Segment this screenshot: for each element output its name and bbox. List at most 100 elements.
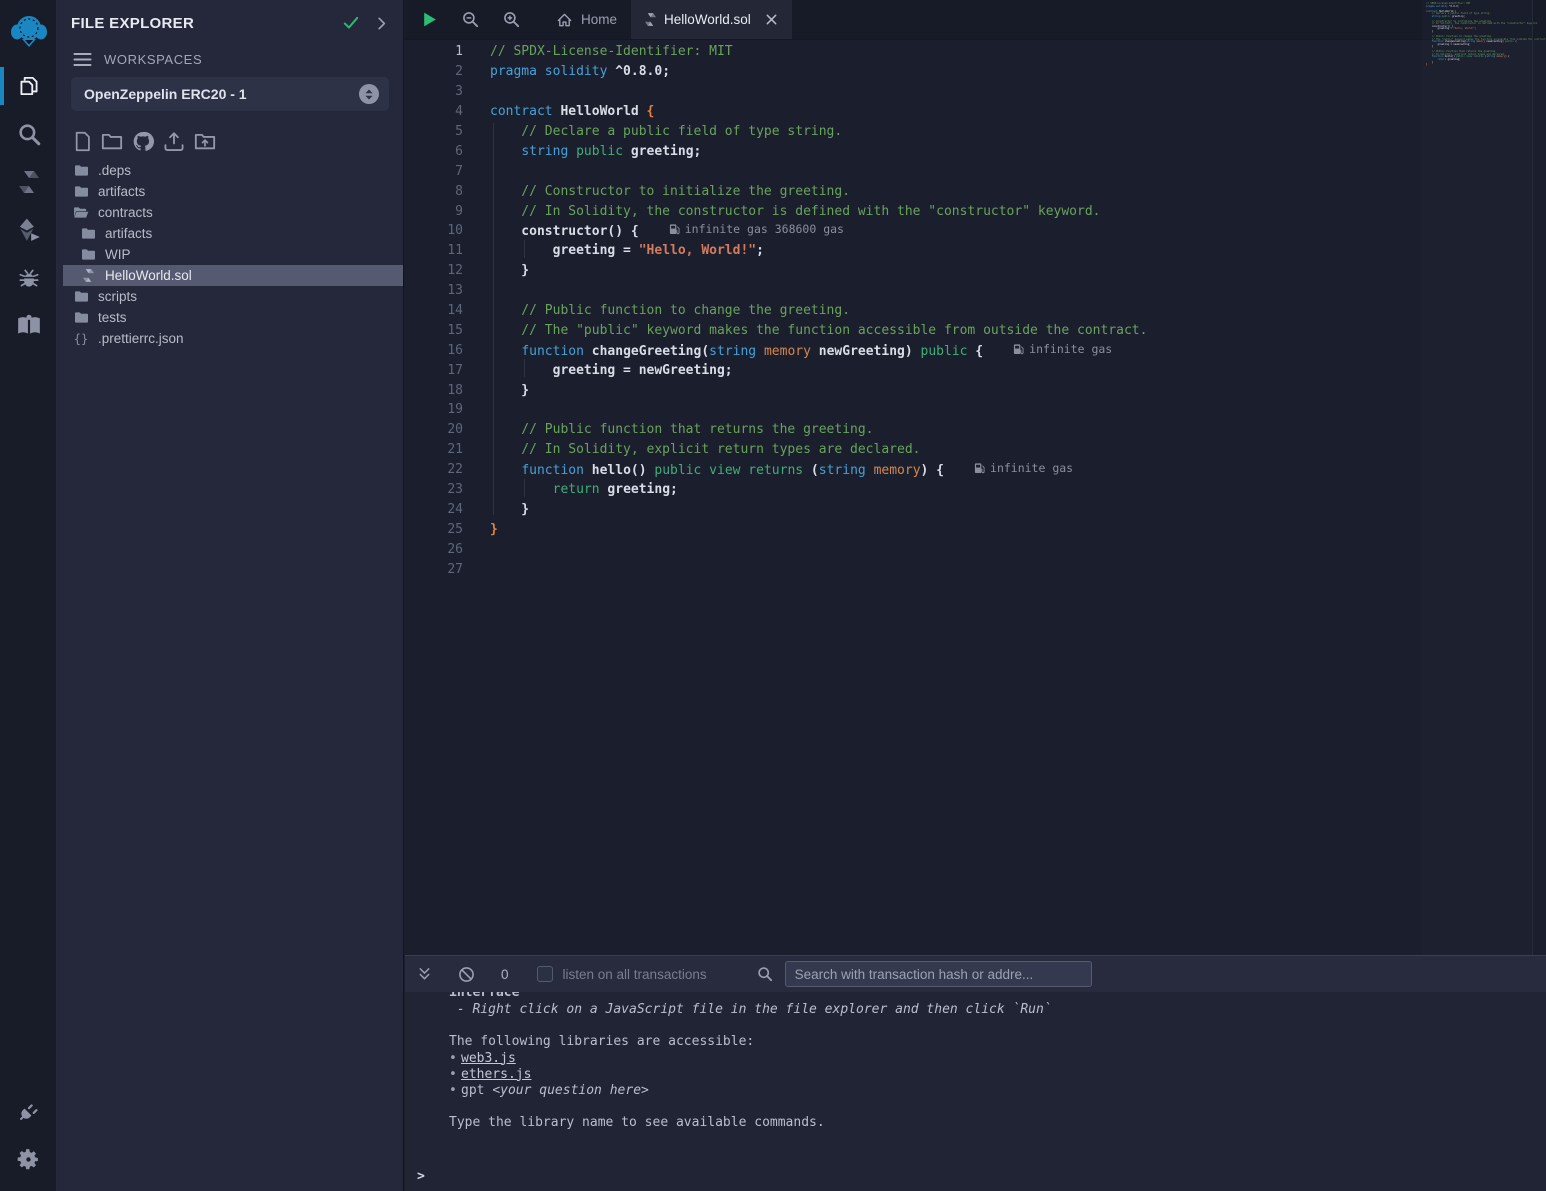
line-number: 19	[405, 402, 463, 417]
activity-file-explorer[interactable]	[0, 62, 57, 110]
file-tree: .depsartifactscontractsartifactsWIPHello…	[57, 160, 403, 349]
terminal-prompt[interactable]: >	[417, 1169, 425, 1184]
tab-HelloWorld.sol[interactable]: HelloWorld.sol	[631, 0, 792, 39]
file-explorer-toolbar	[57, 111, 403, 158]
file-explorer-header: FILE EXPLORER	[57, 0, 403, 32]
gas-estimate-badge: infinite gas	[1013, 342, 1112, 356]
tree-item-label: artifacts	[98, 184, 145, 199]
code-line: 18 }	[405, 380, 1546, 400]
terminal-search-input[interactable]	[785, 961, 1092, 987]
terminal-collapse-icon[interactable]	[417, 966, 432, 982]
code-line: 21 // In Solidity, explicit return types…	[405, 440, 1546, 460]
terminal-line: The following libraries are accessible:	[405, 1034, 1546, 1050]
activity-learneth[interactable]	[0, 302, 57, 350]
tree-item-WIP[interactable]: WIP	[57, 244, 403, 265]
tree-item-artifacts[interactable]: artifacts	[57, 181, 403, 202]
code-line: 24 }	[405, 499, 1546, 519]
gas-estimate-badge: infinite gas 368600 gas	[669, 222, 844, 236]
activity-debugger[interactable]	[0, 254, 57, 302]
hamburger-menu-icon[interactable]	[73, 52, 92, 67]
listen-transactions-checkbox[interactable]	[537, 966, 553, 982]
code-line: 15 // The "public" keyword makes the fun…	[405, 320, 1546, 340]
activity-bar-bottom	[0, 1087, 57, 1183]
activity-search[interactable]	[0, 110, 57, 158]
close-tab-icon[interactable]	[765, 13, 778, 26]
github-icon[interactable]	[132, 131, 154, 152]
activity-deploy-and-run[interactable]	[0, 206, 57, 254]
library-link-web3.js[interactable]: web3.js	[461, 1051, 516, 1066]
code-line: 2pragma solidity ^0.8.0;	[405, 62, 1546, 82]
line-number: 8	[405, 184, 463, 199]
line-number: 2	[405, 64, 463, 79]
code-line: 9 // In Solidity, the constructor is def…	[405, 201, 1546, 221]
workspaces-label: WORKSPACES	[104, 52, 202, 67]
activity-settings[interactable]	[0, 1135, 57, 1183]
remix-ide-window: FILE EXPLORER WORKSPACES OpenZeppelin ER…	[0, 0, 1546, 1191]
activity-solidity-compiler[interactable]	[0, 158, 57, 206]
line-number: 1	[405, 44, 463, 59]
line-number: 21	[405, 442, 463, 457]
tree-item-label: .prettierrc.json	[98, 331, 184, 346]
code-line: 20 // Public function that returns the g…	[405, 420, 1546, 440]
terminal-line: Type the library name to see available c…	[405, 1115, 1546, 1131]
terminal-line: •web3.js	[405, 1051, 1546, 1067]
line-number: 25	[405, 522, 463, 537]
library-link-ethers.js[interactable]: ethers.js	[461, 1067, 531, 1082]
terminal-line	[405, 1099, 1546, 1115]
code-editor[interactable]: 1// SPDX-License-Identifier: MIT2pragma …	[405, 40, 1546, 579]
tree-item-scripts[interactable]: scripts	[57, 286, 403, 307]
tree-item-tests[interactable]: tests	[57, 307, 403, 328]
editor-scrollbar[interactable]	[1532, 0, 1546, 955]
code-line: 8 // Constructor to initialize the greet…	[405, 181, 1546, 201]
run-script-button[interactable]	[421, 11, 438, 28]
line-number: 6	[405, 144, 463, 159]
workspace-select[interactable]: OpenZeppelin ERC20 - 1	[71, 77, 389, 111]
code-line: 14 // Public function to change the gree…	[405, 301, 1546, 321]
line-number: 11	[405, 243, 463, 258]
line-number: 16	[405, 343, 463, 358]
new-folder-icon[interactable]	[101, 131, 123, 152]
file-explorer-panel: FILE EXPLORER WORKSPACES OpenZeppelin ER…	[57, 0, 404, 1191]
tree-item-.deps[interactable]: .deps	[57, 160, 403, 181]
code-line: 12 }	[405, 261, 1546, 281]
code-line: 22 function hello() public view returns …	[405, 460, 1546, 480]
workspace-check-icon[interactable]	[342, 14, 360, 32]
solidity-file-icon	[80, 268, 96, 283]
zoom-out-icon[interactable]	[462, 11, 479, 28]
tree-item-contracts[interactable]: contracts	[57, 202, 403, 223]
terminal-toolbar: 0 listen on all transactions	[405, 956, 1546, 992]
minimap[interactable]: // SPDX-License-Identifier: MIT pragma s…	[1422, 0, 1532, 955]
activity-plugin-manager[interactable]	[0, 1087, 57, 1135]
clear-console-icon[interactable]	[458, 966, 475, 983]
zoom-in-icon[interactable]	[503, 11, 520, 28]
upload-folder-icon[interactable]	[194, 131, 216, 152]
code-line: 13	[405, 281, 1546, 301]
folder-icon	[80, 227, 96, 240]
activity-bar	[0, 0, 57, 1191]
gas-estimate-badge: infinite gas	[974, 461, 1073, 475]
upload-file-icon[interactable]	[163, 131, 185, 152]
terminal-line: interface	[405, 992, 1546, 1002]
activity-remix-logo[interactable]	[0, 0, 57, 62]
terminal-line: •ethers.js	[405, 1067, 1546, 1083]
workspace-selected-name: OpenZeppelin ERC20 - 1	[84, 86, 359, 102]
solidity-file-icon	[645, 12, 656, 27]
tab-label: Home	[581, 12, 617, 27]
new-file-icon[interactable]	[73, 131, 92, 152]
tree-item-HelloWorld.sol[interactable]: HelloWorld.sol	[63, 265, 403, 286]
collapse-panel-chevron-icon[interactable]	[374, 16, 389, 31]
line-number: 17	[405, 363, 463, 378]
tab-Home[interactable]: Home	[542, 0, 631, 39]
code-line: 23 return greeting;	[405, 480, 1546, 500]
line-number: 27	[405, 562, 463, 577]
tree-item-artifacts[interactable]: artifacts	[57, 223, 403, 244]
tree-item-label: contracts	[98, 205, 153, 220]
workspace-caret-icon	[359, 84, 379, 104]
transaction-count-badge: 0	[501, 967, 509, 982]
tree-item-.prettierrc.json[interactable]: {}.prettierrc.json	[57, 328, 403, 349]
terminal-output[interactable]: interface - Right click on a JavaScript …	[405, 992, 1546, 1191]
tree-item-label: scripts	[98, 289, 137, 304]
line-number: 9	[405, 204, 463, 219]
listen-transactions-label: listen on all transactions	[563, 967, 707, 982]
code-line: 6 string public greeting;	[405, 141, 1546, 161]
